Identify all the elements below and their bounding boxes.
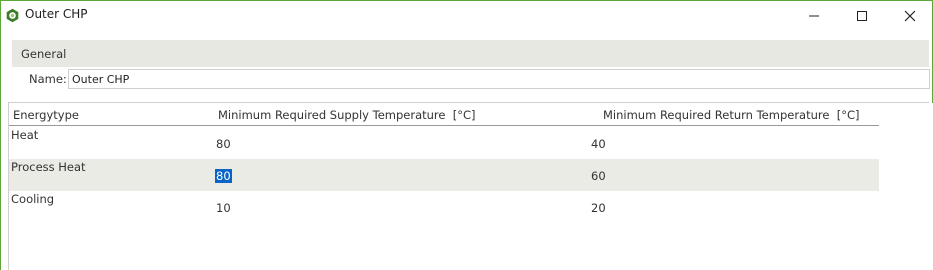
column-header-supply-temperature[interactable]: Minimum Required Supply Temperature [°C] [218,108,476,122]
general-group-label: General [21,47,67,61]
cell-return-temperature[interactable]: 60 [591,169,606,183]
minimize-icon [809,15,819,17]
cell-energytype[interactable]: Cooling [11,192,54,206]
cell-energytype[interactable]: Heat [11,128,38,142]
column-header-energytype[interactable]: Energytype [13,108,79,122]
maximize-button[interactable] [839,1,885,31]
table-row[interactable]: Heat 80 40 [9,127,879,159]
close-icon [904,10,916,22]
window-title: Outer CHP [25,7,88,21]
cell-supply-temperature-selected[interactable]: 80 [215,169,232,183]
table-row[interactable]: Process Heat 80 60 [9,159,879,191]
dialog-window: Outer CHP General Name: Energytype M [0,0,933,270]
name-label: Name: [29,72,67,86]
name-field[interactable] [68,69,930,89]
name-row: Name: [12,67,930,92]
close-button[interactable] [887,1,933,31]
cell-supply-temperature[interactable]: 10 [216,201,231,215]
column-header-return-temperature[interactable]: Minimum Required Return Temperature [°C] [603,108,860,122]
minimize-button[interactable] [791,1,837,31]
cell-return-temperature[interactable]: 20 [591,201,606,215]
cell-return-temperature[interactable]: 40 [591,137,606,151]
hexagon-logo-icon [5,8,20,23]
general-group-header[interactable]: General [12,40,929,67]
maximize-icon [857,11,867,21]
table-row[interactable]: Cooling 10 20 [9,191,879,223]
grid-header: Energytype Minimum Required Supply Tempe… [9,103,879,126]
title-bar[interactable]: Outer CHP [1,1,932,31]
energytype-temperature-grid: Energytype Minimum Required Supply Tempe… [8,103,933,270]
cell-energytype[interactable]: Process Heat [11,160,86,174]
cell-supply-temperature[interactable]: 80 [216,137,231,151]
